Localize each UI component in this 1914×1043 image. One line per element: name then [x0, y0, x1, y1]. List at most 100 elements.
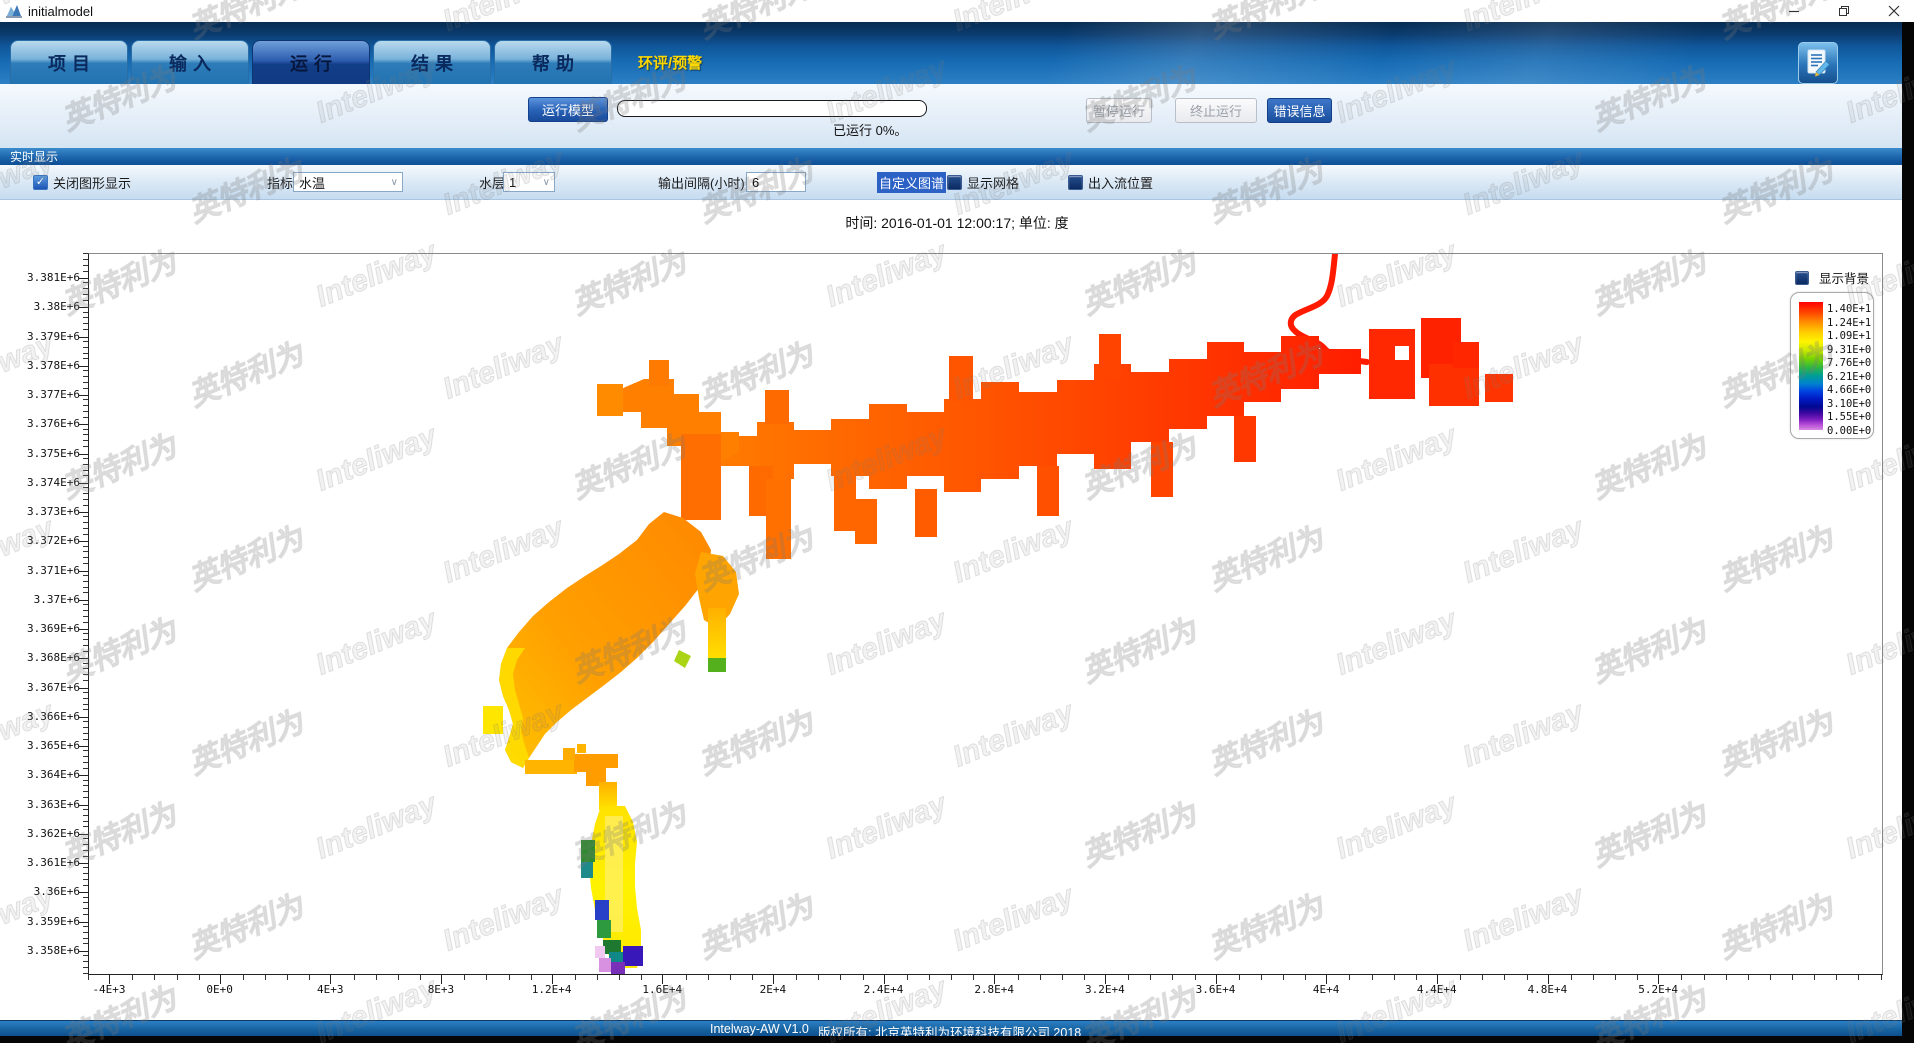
legend-value: 1.40E+1: [1827, 303, 1871, 315]
restore-button[interactable]: [1836, 3, 1852, 19]
x-tick-label: 0E+0: [175, 983, 265, 996]
x-tick-label: 2.8E+4: [949, 983, 1039, 996]
y-tick: [79, 600, 88, 601]
y-tick-label: 3.367E+6: [2, 681, 80, 694]
title-bar: initialmodel: [0, 0, 1914, 23]
legend-value: 4.66E+0: [1827, 384, 1871, 396]
y-tick-label: 3.358E+6: [2, 944, 80, 957]
y-tick: [79, 717, 88, 718]
y-tick-label: 3.368E+6: [2, 651, 80, 664]
y-tick-label: 3.373E+6: [2, 505, 80, 518]
y-tick: [79, 307, 88, 308]
x-tick-label: 4E+3: [285, 983, 375, 996]
layer-select[interactable]: 1 ∨: [503, 172, 555, 192]
y-tick: [79, 834, 88, 835]
x-tick-label: -4E+3: [64, 983, 154, 996]
pause-run-button[interactable]: 暂停运行: [1086, 98, 1152, 123]
run-model-button[interactable]: 运行模型: [528, 97, 608, 122]
ribbon: 项目 输入 运行 结果 帮助 环评/预警: [0, 22, 1914, 84]
tab-env-warning[interactable]: 环评/预警: [638, 52, 702, 73]
x-tick: [662, 975, 663, 984]
chevron-down-icon: ∨: [391, 177, 398, 188]
realtime-controls: ✓ 关闭图形显示 指标 水温 ∨ 水层 1 ∨ 输出间隔(小时): [0, 165, 1914, 200]
show-grid-checkbox[interactable]: [947, 175, 962, 190]
tab-result[interactable]: 结果: [373, 40, 491, 84]
x-tick: [1548, 975, 1549, 984]
y-tick: [79, 571, 88, 572]
y-tick: [79, 337, 88, 338]
progress-text: 已运行 0%。: [833, 120, 907, 139]
watermark-text: Inteliway: [0, 328, 58, 407]
y-tick-label: 3.369E+6: [2, 622, 80, 635]
y-tick-label: 3.361E+6: [2, 856, 80, 869]
legend-value: 7.76E+0: [1827, 357, 1871, 369]
y-tick-label: 3.359E+6: [2, 915, 80, 928]
temperature-map: [89, 254, 1884, 976]
plot-area: [88, 253, 1883, 975]
legend-value: 9.31E+0: [1827, 344, 1871, 356]
color-legend: 1.40E+11.24E+11.09E+19.31E+07.76E+06.21E…: [1790, 292, 1874, 439]
x-tick: [109, 975, 110, 984]
y-tick: [79, 424, 88, 425]
y-tick-label: 3.38E+6: [2, 300, 80, 313]
realtime-header-label: 实时显示: [10, 148, 58, 165]
chevron-down-icon: ∨: [543, 177, 550, 188]
y-tick-label: 3.36E+6: [2, 885, 80, 898]
x-tick: [1216, 975, 1217, 984]
show-background-label: 显示背景: [1819, 268, 1869, 287]
interval-label: 输出间隔(小时): [658, 173, 745, 192]
custom-legend-link[interactable]: 自定义图谱: [877, 172, 946, 193]
show-background-control: 显示背景: [1795, 268, 1869, 287]
time-caption: 时间: 2016-01-01 12:00:17; 单位: 度: [0, 213, 1914, 233]
screen-edge-bottom: [0, 1036, 1914, 1043]
close-graph-label: 关闭图形显示: [53, 173, 131, 192]
y-tick: [79, 629, 88, 630]
watermark-text: Inteliway: [0, 512, 58, 591]
error-info-button[interactable]: 错误信息: [1267, 98, 1332, 123]
tab-project[interactable]: 项目: [10, 40, 128, 84]
y-tick: [79, 805, 88, 806]
y-tick: [79, 892, 88, 893]
tab-input[interactable]: 输入: [131, 40, 249, 84]
indicator-select[interactable]: 水温 ∨: [293, 172, 403, 192]
close-graph-checkbox[interactable]: ✓: [33, 175, 48, 190]
tab-help[interactable]: 帮助: [494, 40, 612, 84]
y-tick: [79, 863, 88, 864]
y-tick: [79, 746, 88, 747]
x-tick: [330, 975, 331, 984]
y-tick-label: 3.375E+6: [2, 447, 80, 460]
tab-run[interactable]: 运行: [252, 40, 370, 84]
x-tick: [552, 975, 553, 984]
watermark-text: Inteliway: [0, 880, 58, 959]
x-tick-label: 3.6E+4: [1171, 983, 1261, 996]
y-tick-label: 3.377E+6: [2, 388, 80, 401]
x-tick-label: 2.4E+4: [839, 983, 929, 996]
color-scale-bar: [1799, 302, 1823, 430]
close-button[interactable]: [1886, 3, 1902, 19]
y-tick-label: 3.374E+6: [2, 476, 80, 489]
menu-tabs: 项目 输入 运行 结果 帮助: [10, 40, 612, 84]
inout-flow-checkbox[interactable]: [1068, 175, 1083, 190]
indicator-value: 水温: [299, 173, 325, 192]
minimize-button[interactable]: [1786, 3, 1802, 19]
y-tick-label: 3.37E+6: [2, 593, 80, 606]
x-tick: [220, 975, 221, 984]
layer-label: 水层: [479, 173, 505, 192]
x-tick: [1326, 975, 1327, 984]
stop-run-button[interactable]: 终止运行: [1175, 98, 1257, 123]
show-background-checkbox[interactable]: [1795, 271, 1809, 285]
x-tick-label: 1.2E+4: [507, 983, 597, 996]
y-tick: [79, 366, 88, 367]
y-tick: [79, 541, 88, 542]
legend-value: 1.09E+1: [1827, 330, 1871, 342]
x-tick: [1658, 975, 1659, 984]
legend-value: 6.21E+0: [1827, 371, 1871, 383]
interval-input[interactable]: [746, 172, 806, 192]
x-tick-label: 1.6E+4: [617, 983, 707, 996]
y-tick-label: 3.371E+6: [2, 564, 80, 577]
realtime-header: 实时显示: [0, 148, 1914, 165]
y-tick: [79, 512, 88, 513]
document-pencil-icon: [1803, 47, 1833, 79]
report-edit-button[interactable]: [1798, 42, 1838, 84]
x-tick: [1437, 975, 1438, 984]
